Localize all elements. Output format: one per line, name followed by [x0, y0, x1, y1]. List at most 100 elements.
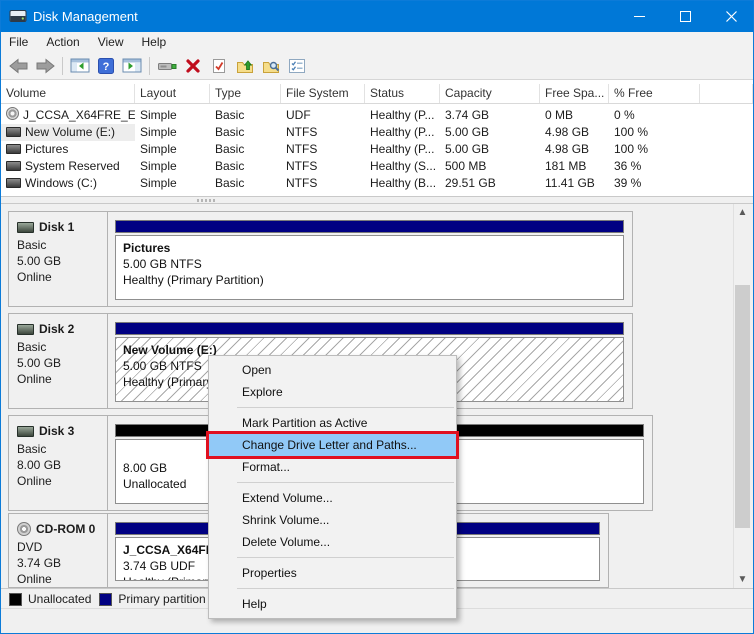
column-header-blank[interactable] — [700, 84, 753, 103]
column-header-Layout[interactable]: Layout — [135, 84, 210, 103]
delete-volume-icon[interactable] — [181, 55, 205, 77]
cell-volume: Windows (C:) — [1, 175, 135, 192]
volume-name: Pictures — [25, 142, 68, 156]
disk-kind: Basic — [17, 339, 107, 355]
toolbar-separator — [149, 57, 150, 75]
svg-text:?: ? — [103, 61, 110, 73]
disk-label[interactable]: CD-ROM 0DVD3.74 GBOnline — [9, 514, 108, 587]
explore-folder-icon[interactable] — [259, 55, 283, 77]
disk-label[interactable]: Disk 3Basic8.00 GBOnline — [9, 416, 108, 510]
cell-layout: Simple — [135, 158, 210, 175]
menu-action[interactable]: Action — [37, 33, 88, 51]
forward-icon[interactable] — [33, 55, 57, 77]
menu-item-mark-partition-as-active[interactable]: Mark Partition as Active — [209, 412, 456, 434]
properties-list-icon[interactable] — [285, 55, 309, 77]
cell-pct: 100 % — [609, 141, 700, 158]
menu-item-change-drive-letter-and-paths[interactable]: Change Drive Letter and Paths... — [209, 434, 456, 456]
disk-state: Online — [17, 571, 107, 587]
volume-list: VolumeLayoutTypeFile SystemStatusCapacit… — [1, 80, 753, 196]
menu-bar: FileActionViewHelp — [0, 32, 754, 53]
cell-pct: 39 % — [609, 175, 700, 192]
disk-name: Disk 1 — [39, 220, 74, 234]
close-button[interactable] — [708, 0, 754, 32]
disk-icon — [17, 324, 34, 335]
window-title: Disk Management — [33, 9, 138, 24]
menu-view[interactable]: View — [89, 33, 133, 51]
column-header-Capacity[interactable]: Capacity — [440, 84, 540, 103]
cell-layout: Simple — [135, 141, 210, 158]
menu-item-delete-volume[interactable]: Delete Volume... — [209, 531, 456, 553]
disk-label[interactable]: Disk 2Basic5.00 GBOnline — [9, 314, 108, 408]
maximize-button[interactable] — [662, 0, 708, 32]
column-header-Status[interactable]: Status — [365, 84, 440, 103]
menu-item-format[interactable]: Format... — [209, 456, 456, 478]
help-icon[interactable]: ? — [94, 55, 118, 77]
cell-fs: NTFS — [281, 124, 365, 141]
action-pane-icon[interactable] — [120, 55, 144, 77]
column-header-File System[interactable]: File System — [281, 84, 365, 103]
volume-row-2[interactable]: New Volume (E:)SimpleBasicNTFSHealthy (P… — [1, 124, 753, 141]
pane-splitter[interactable] — [1, 196, 753, 204]
cell-layout: Simple — [135, 124, 210, 141]
disk-kind: Basic — [17, 237, 107, 253]
cell-free: 4.98 GB — [540, 124, 609, 141]
cell-status: Healthy (P... — [365, 124, 440, 141]
disk-label[interactable]: Disk 1Basic5.00 GBOnline — [9, 212, 108, 306]
volume-row-4[interactable]: System ReservedSimpleBasicNTFSHealthy (S… — [1, 158, 753, 175]
app-icon — [9, 9, 27, 23]
column-header-Volume[interactable]: Volume — [1, 84, 135, 103]
volume-row-3[interactable]: PicturesSimpleBasicNTFSHealthy (P...5.00… — [1, 141, 753, 158]
menu-separator — [237, 482, 454, 483]
cell-volume: System Reserved — [1, 158, 135, 175]
disk-size: 8.00 GB — [17, 457, 107, 473]
menu-item-extend-volume[interactable]: Extend Volume... — [209, 487, 456, 509]
disk-icon — [17, 426, 34, 437]
vertical-scrollbar[interactable]: ▲ ▼ — [733, 204, 751, 588]
back-icon[interactable] — [7, 55, 31, 77]
menu-item-help[interactable]: Help — [209, 593, 456, 615]
volume-list-header: VolumeLayoutTypeFile SystemStatusCapacit… — [1, 84, 753, 104]
cell-volume: Pictures — [1, 141, 135, 158]
disk-name: CD-ROM 0 — [36, 522, 95, 536]
cell-capacity: 3.74 GB — [440, 107, 540, 124]
cell-status: Healthy (S... — [365, 158, 440, 175]
drive-icon — [6, 178, 21, 188]
menu-help[interactable]: Help — [133, 33, 176, 51]
menu-file[interactable]: File — [0, 33, 37, 51]
primary-partition-bar — [115, 322, 624, 335]
cell-volume: New Volume (E:) — [1, 124, 135, 141]
partition-title: Pictures — [123, 240, 623, 256]
context-menu: OpenExplore Mark Partition as ActiveChang… — [208, 355, 457, 619]
menu-item-explore[interactable]: Explore — [209, 381, 456, 403]
scroll-down-icon[interactable]: ▼ — [734, 571, 751, 588]
partition-block[interactable]: Pictures5.00 GB NTFSHealthy (Primary Par… — [115, 220, 624, 300]
cell-free: 0 MB — [540, 107, 609, 124]
volume-row-5[interactable]: Windows (C:)SimpleBasicNTFSHealthy (B...… — [1, 175, 753, 192]
cell-fs: NTFS — [281, 141, 365, 158]
scrollbar-thumb[interactable] — [735, 285, 750, 528]
minimize-button[interactable] — [616, 0, 662, 32]
partition-body[interactable]: Pictures5.00 GB NTFSHealthy (Primary Par… — [115, 235, 624, 300]
volume-name: New Volume (E:) — [25, 125, 115, 139]
menu-item-open[interactable]: Open — [209, 359, 456, 381]
toolbar: ? — [0, 52, 754, 80]
mark-active-icon[interactable] — [207, 55, 231, 77]
open-folder-icon[interactable] — [233, 55, 257, 77]
cell-type: Basic — [210, 158, 281, 175]
column-header-% Free[interactable]: % Free — [609, 84, 700, 103]
column-header-Free Spa...[interactable]: Free Spa... — [540, 84, 609, 103]
column-header-Type[interactable]: Type — [210, 84, 281, 103]
cell-fs: UDF — [281, 107, 365, 124]
disk-row-disk-1[interactable]: Disk 1Basic5.00 GBOnlinePictures5.00 GB … — [8, 211, 633, 307]
volume-row-1[interactable]: J_CCSA_X64FRE_E...SimpleBasicUDFHealthy … — [1, 107, 753, 124]
disk-kind: Basic — [17, 441, 107, 457]
disk-size: 5.00 GB — [17, 253, 107, 269]
cdrom-icon — [17, 522, 31, 536]
disk-name: Disk 2 — [39, 322, 74, 336]
scroll-up-icon[interactable]: ▲ — [734, 204, 751, 221]
menu-item-shrink-volume[interactable]: Shrink Volume... — [209, 509, 456, 531]
cell-capacity: 500 MB — [440, 158, 540, 175]
drive-tool-icon[interactable] — [155, 55, 179, 77]
console-tree-icon[interactable] — [68, 55, 92, 77]
menu-item-properties[interactable]: Properties — [209, 562, 456, 584]
